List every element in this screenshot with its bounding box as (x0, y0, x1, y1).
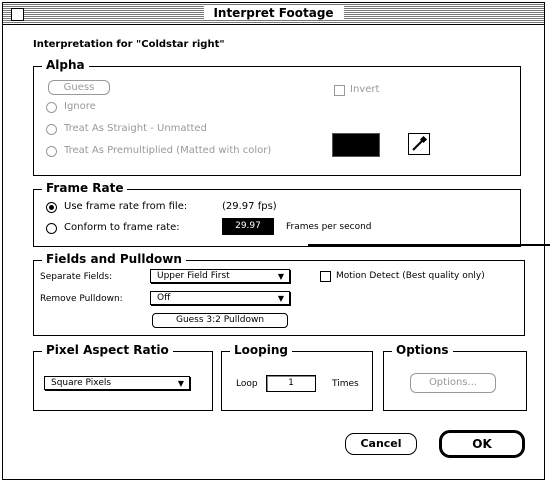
remove-pulldown-label: Remove Pulldown: (40, 294, 123, 304)
alpha-group-title: Alpha (42, 58, 89, 72)
chevron-down-icon: ▼ (277, 272, 284, 281)
close-box-icon[interactable] (11, 8, 24, 21)
pixel-aspect-group-title: Pixel Aspect Ratio (42, 343, 173, 357)
invert-alpha-label: Invert (350, 84, 380, 95)
use-file-frame-rate-radio[interactable] (46, 202, 57, 213)
alpha-straight-label: Treat As Straight - Unmatted (64, 123, 207, 134)
conform-frame-rate-input[interactable]: 29.97 (222, 218, 274, 235)
fields-pulldown-group: Fields and Pulldown Separate Fields: Upp… (33, 252, 525, 336)
loop-label: Loop (236, 379, 258, 389)
options-button[interactable]: Options... (410, 373, 496, 393)
use-file-frame-rate-label: Use frame rate from file: (64, 201, 188, 212)
pixel-aspect-group: Pixel Aspect Ratio Square Pixels ▼ (33, 343, 213, 411)
chevron-down-icon: ▼ (277, 294, 284, 303)
frame-rate-group: Frame Rate Use frame rate from file: (29… (33, 181, 521, 247)
matte-color-swatch[interactable] (332, 133, 380, 157)
separate-fields-value: Upper Field First (157, 271, 230, 281)
remove-pulldown-value: Off (157, 293, 171, 303)
remove-pulldown-popup[interactable]: Off ▼ (150, 291, 290, 305)
alpha-guess-button[interactable]: Guess (48, 80, 110, 95)
options-group-title: Options (392, 343, 453, 357)
conform-frame-rate-radio[interactable] (46, 223, 57, 234)
motion-detect-checkbox[interactable] (320, 271, 331, 282)
options-group: Options Options... (383, 343, 527, 411)
alpha-group: Alpha Guess Invert Ignore Treat As Strai… (33, 58, 521, 176)
loop-count-input[interactable]: 1 (266, 375, 316, 392)
fields-pulldown-group-title: Fields and Pulldown (42, 252, 186, 266)
guess-pulldown-button[interactable]: Guess 3:2 Pulldown (152, 313, 288, 328)
invert-alpha-checkbox[interactable] (334, 85, 345, 96)
frames-per-second-label: Frames per second (286, 222, 372, 232)
alpha-ignore-radio[interactable] (46, 102, 57, 113)
interpretation-label: Interpretation for "Coldstar right" (33, 39, 225, 50)
alpha-premultiplied-label: Treat As Premultiplied (Matted with colo… (64, 145, 272, 156)
chevron-down-icon: ▼ (177, 379, 184, 388)
alpha-ignore-label: Ignore (64, 101, 96, 112)
window-title: Interpret Footage (203, 6, 344, 20)
cancel-button[interactable]: Cancel (345, 433, 417, 455)
pixel-aspect-value: Square Pixels (51, 378, 112, 388)
separate-fields-popup[interactable]: Upper Field First ▼ (150, 269, 290, 283)
interpret-footage-dialog: Interpret Footage Interpretation for "Co… (2, 2, 545, 480)
ok-button[interactable]: OK (439, 430, 525, 458)
title-bar[interactable]: Interpret Footage (3, 3, 544, 25)
divider-line (308, 244, 550, 246)
looping-group: Looping Loop 1 Times (221, 343, 373, 411)
looping-group-title: Looping (230, 343, 292, 357)
frame-rate-group-title: Frame Rate (42, 181, 128, 195)
alpha-straight-radio[interactable] (46, 124, 57, 135)
file-frame-rate-value: (29.97 fps) (222, 201, 277, 212)
motion-detect-label: Motion Detect (Best quality only) (336, 271, 485, 281)
times-label: Times (332, 379, 359, 389)
eyedropper-icon[interactable] (408, 133, 430, 155)
conform-frame-rate-label: Conform to frame rate: (64, 222, 180, 233)
alpha-premultiplied-radio[interactable] (46, 146, 57, 157)
pixel-aspect-popup[interactable]: Square Pixels ▼ (44, 376, 190, 390)
separate-fields-label: Separate Fields: (40, 272, 113, 282)
